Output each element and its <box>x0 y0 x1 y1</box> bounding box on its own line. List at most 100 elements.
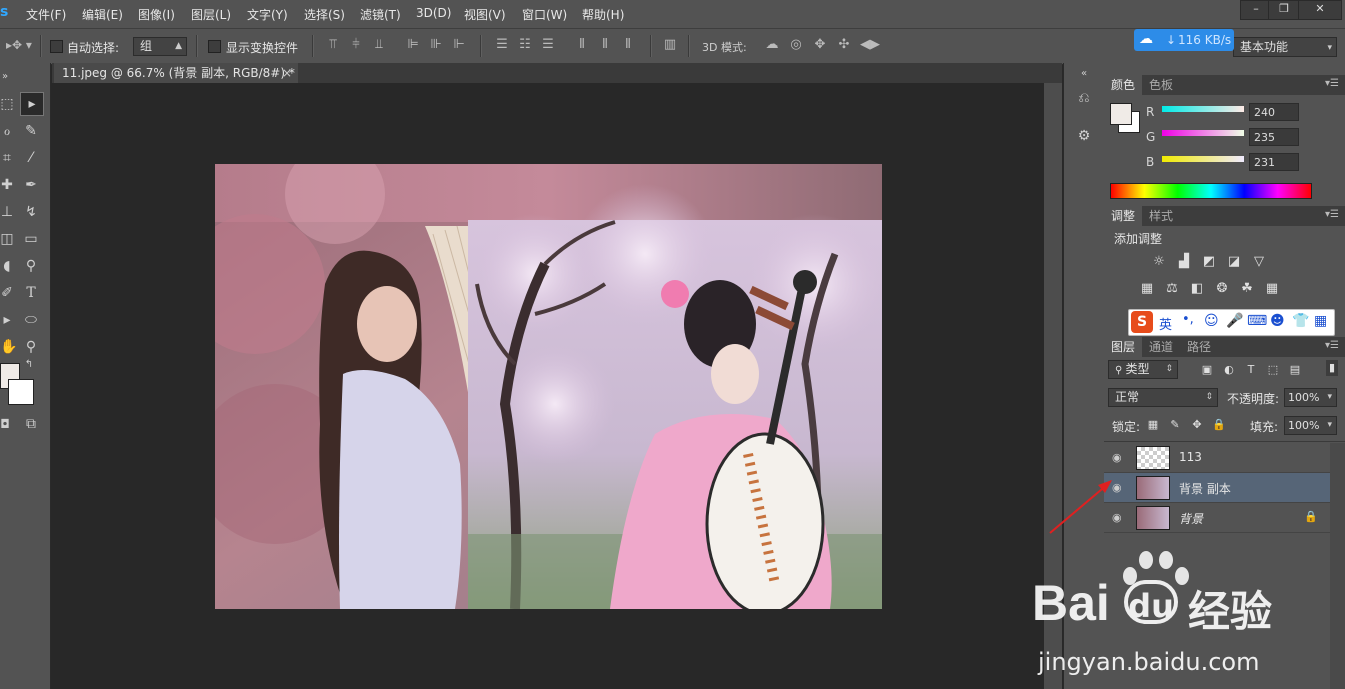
black-white-icon[interactable]: ◧ <box>1188 281 1206 297</box>
3d-slide-icon[interactable]: ✣ <box>836 38 852 52</box>
quick-select-tool-icon[interactable]: ✎ <box>20 120 42 142</box>
layers-scrollbar[interactable] <box>1330 443 1345 689</box>
menu-image[interactable]: 图像(I) <box>138 6 175 23</box>
marquee-tool-icon[interactable]: ⬚ <box>0 93 14 115</box>
keyboard-icon[interactable]: ⌨ <box>1247 313 1267 329</box>
filter-smart-object-icon[interactable]: ▤ <box>1286 362 1304 378</box>
lock-image-icon[interactable]: ✎ <box>1166 417 1184 433</box>
g-slider[interactable] <box>1162 130 1244 136</box>
blend-mode-dropdown[interactable]: 正常 ⇕ <box>1108 388 1218 407</box>
menu-window[interactable]: 窗口(W) <box>522 6 567 23</box>
distribute-right-icon[interactable]: ⦀ <box>620 38 636 52</box>
layer-filter-dropdown[interactable]: ⚲ 类型 ⇕ <box>1108 360 1178 379</box>
hue-saturation-icon[interactable]: ▦ <box>1138 281 1156 297</box>
distribute-hcenter-icon[interactable]: ⦀ <box>597 38 613 52</box>
align-top-icon[interactable]: ⫪ <box>325 38 341 52</box>
lasso-tool-icon[interactable]: ℴ <box>0 120 14 142</box>
align-left-icon[interactable]: ⊫ <box>405 38 421 52</box>
tab-channels[interactable]: 通道 <box>1142 337 1180 357</box>
r-value-input[interactable]: 240 <box>1249 103 1299 121</box>
b-slider[interactable] <box>1162 156 1244 162</box>
properties-panel-icon[interactable]: ⚙ <box>1073 125 1095 147</box>
photo-filter-icon[interactable]: ❂ <box>1213 281 1231 297</box>
ime-toolbar[interactable]: S 英 •, ☺ 🎤 ⌨ ☻ 👕 ▦ <box>1128 309 1335 336</box>
align-hcenter-icon[interactable]: ⊪ <box>428 38 444 52</box>
menu-edit[interactable]: 编辑(E) <box>82 6 123 23</box>
healing-brush-tool-icon[interactable]: ✚ <box>0 174 14 196</box>
g-value-input[interactable]: 235 <box>1249 128 1299 146</box>
path-select-tool-icon[interactable]: ▸ <box>0 309 14 331</box>
swap-colors-icon[interactable]: ↰ <box>22 358 36 372</box>
tab-styles[interactable]: 样式 <box>1142 206 1180 226</box>
brush-tool-icon[interactable]: ✒ <box>20 174 42 196</box>
tab-adjustments[interactable]: 调整 <box>1104 206 1143 226</box>
restore-button[interactable]: ❐ <box>1268 0 1300 20</box>
vibrance-icon[interactable]: ▽ <box>1250 254 1268 270</box>
clone-stamp-tool-icon[interactable]: ⊥ <box>0 201 14 223</box>
auto-align-icon[interactable]: ▥ <box>662 38 678 52</box>
filter-toggle[interactable]: ▮ <box>1326 360 1338 376</box>
tab-color[interactable]: 颜色 <box>1104 75 1143 95</box>
b-value-input[interactable]: 231 <box>1249 153 1299 171</box>
levels-icon[interactable]: ▟ <box>1175 254 1193 270</box>
layer-row[interactable]: ◉ 背景 🔒 <box>1104 503 1330 533</box>
align-right-icon[interactable]: ⊩ <box>451 38 467 52</box>
lock-all-icon[interactable]: 🔒 <box>1210 417 1228 433</box>
eraser-tool-icon[interactable]: ◫ <box>0 228 14 250</box>
microphone-icon[interactable]: 🎤 <box>1226 313 1243 329</box>
visibility-eye-icon[interactable]: ◉ <box>1112 451 1122 464</box>
color-balance-icon[interactable]: ⚖ <box>1163 281 1181 297</box>
menu-type[interactable]: 文字(Y) <box>247 6 288 23</box>
document-tab[interactable]: 11.jpeg @ 66.7% (背景 副本, RGB/8#) * × <box>54 63 298 83</box>
filter-adjustment-icon[interactable]: ◐ <box>1220 362 1238 378</box>
lock-position-icon[interactable]: ✥ <box>1188 417 1206 433</box>
3d-roll-icon[interactable]: ◎ <box>788 38 804 52</box>
align-vcenter-icon[interactable]: ⫩ <box>348 38 364 52</box>
color-lookup-icon[interactable]: ▦ <box>1263 281 1281 297</box>
filter-pixel-icon[interactable]: ▣ <box>1198 362 1216 378</box>
type-tool-icon[interactable]: T <box>20 282 42 304</box>
history-panel-icon[interactable]: ⎌ <box>1073 87 1095 109</box>
background-color-swatch[interactable] <box>8 379 34 405</box>
menu-layer[interactable]: 图层(L) <box>191 6 231 23</box>
move-tool-preset-icon[interactable]: ▸✥ ▾ <box>4 38 34 52</box>
close-tab-icon[interactable]: × <box>282 63 292 83</box>
distribute-bottom-icon[interactable]: ☰ <box>540 38 556 52</box>
quick-mask-icon[interactable]: ◘ <box>0 413 10 435</box>
close-window-button[interactable]: ✕ <box>1298 0 1342 20</box>
menu-help[interactable]: 帮助(H) <box>582 6 624 23</box>
menu-select[interactable]: 选择(S) <box>304 6 345 23</box>
align-bottom-icon[interactable]: ⫫ <box>371 38 387 52</box>
curves-icon[interactable]: ◩ <box>1200 254 1218 270</box>
auto-select-dropdown[interactable]: 组 ▲ <box>133 37 187 56</box>
blur-tool-icon[interactable]: ◖ <box>0 255 14 277</box>
color-panel-foreground-swatch[interactable] <box>1110 103 1132 125</box>
auto-select-checkbox[interactable] <box>50 40 63 53</box>
tab-layers[interactable]: 图层 <box>1104 337 1143 357</box>
panel-menu-icon[interactable]: ▾☰ <box>1325 78 1339 89</box>
3d-scale-icon[interactable]: ◀▶ <box>860 38 880 52</box>
toolbox-collapse-icon[interactable]: » <box>0 66 10 88</box>
r-slider[interactable] <box>1162 106 1244 112</box>
fill-input[interactable]: 100% ▾ <box>1284 416 1337 435</box>
menu-3d[interactable]: 3D(D) <box>416 6 451 20</box>
brightness-icon[interactable]: ☼ <box>1150 254 1168 270</box>
color-spectrum-bar[interactable] <box>1110 183 1312 199</box>
user-icon[interactable]: ☻ <box>1270 313 1285 329</box>
move-tool-icon[interactable]: ▸ <box>20 92 44 116</box>
crop-tool-icon[interactable]: ⌗ <box>0 147 14 169</box>
tab-swatches[interactable]: 色板 <box>1142 75 1180 95</box>
distribute-left-icon[interactable]: ⦀ <box>574 38 590 52</box>
screen-mode-icon[interactable]: ⧉ <box>20 413 42 435</box>
collapse-strip-icon[interactable]: « <box>1073 63 1095 85</box>
lock-transparent-icon[interactable]: ▦ <box>1144 417 1162 433</box>
panel-menu-icon[interactable]: ▾☰ <box>1325 340 1339 351</box>
punctuation-icon[interactable]: •, <box>1182 312 1194 327</box>
menu-file[interactable]: 文件(F) <box>26 6 66 23</box>
ime-language[interactable]: 英 <box>1159 314 1172 333</box>
show-transform-checkbox[interactable] <box>208 40 221 53</box>
gradient-tool-icon[interactable]: ▭ <box>20 228 42 250</box>
toolbox-grid-icon[interactable]: ▦ <box>1314 313 1327 329</box>
layer-row-selected[interactable]: ◉ 背景 副本 <box>1104 473 1330 503</box>
history-brush-tool-icon[interactable]: ↯ <box>20 201 42 223</box>
